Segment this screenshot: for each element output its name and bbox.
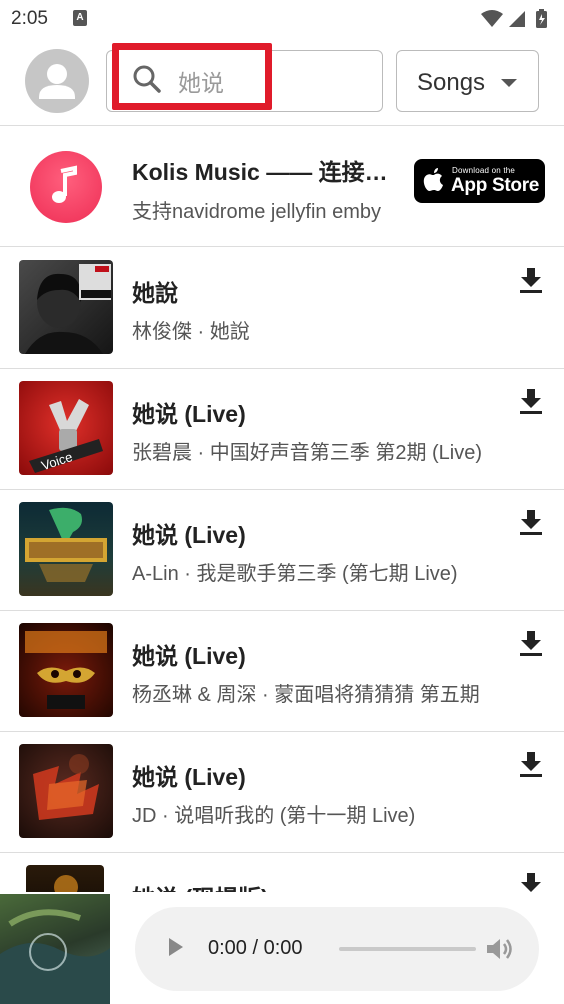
promo-title: Kolis Music —— 连接你的音乐 (132, 159, 390, 185)
song-row[interactable]: 她说 (Live) A-Lin · 我是歌手第三季 (第七期 Live) (0, 490, 564, 611)
song-subtitle: JD · 说唱听我的 (第十一期 Live) (132, 805, 416, 827)
battery-icon (536, 9, 547, 28)
play-icon[interactable] (169, 938, 183, 956)
chevron-down-icon (501, 79, 517, 87)
app-store-badge[interactable]: Download on the App Store (414, 159, 545, 203)
filter-dropdown[interactable]: Songs (396, 50, 539, 112)
signal-icon (509, 11, 525, 27)
promo-banner[interactable]: Kolis Music —— 连接你的音乐 支持navidrome jellyf… (0, 127, 564, 247)
svg-text:Voice: Voice (39, 449, 74, 473)
song-title: 她说 (Live) (132, 764, 246, 790)
status-bar: 2:05 A (0, 0, 564, 38)
download-icon[interactable] (518, 629, 544, 662)
song-title: 她说 (Live) (132, 401, 246, 427)
download-icon[interactable] (518, 387, 544, 420)
song-list: 她說 林俊傑 · 她說 Voice 她说 (Live) 张碧晨 · 中国好声音第… (0, 248, 564, 974)
now-playing-cover[interactable] (0, 894, 110, 1004)
album-cover (19, 502, 113, 596)
filter-dropdown-label: Songs (417, 69, 486, 96)
app-store-small-text: Download on the (452, 166, 516, 175)
song-subtitle: 张碧晨 · 中国好声音第三季 第2期 (Live) (132, 442, 483, 464)
playback-time: 0:00 / 0:00 (208, 937, 303, 959)
song-subtitle: 林俊傑 · 她說 (132, 321, 250, 343)
progress-slider[interactable] (339, 947, 476, 951)
song-subtitle: A-Lin · 我是歌手第三季 (第七期 Live) (132, 563, 458, 585)
download-icon[interactable] (518, 266, 544, 299)
status-time: 2:05 (11, 8, 48, 29)
album-cover: Voice (19, 381, 113, 475)
wifi-icon (481, 10, 503, 27)
song-row[interactable]: 她說 林俊傑 · 她說 (0, 248, 564, 369)
status-icons (480, 8, 554, 28)
sim-icon: A (73, 10, 87, 26)
download-icon[interactable] (518, 508, 544, 541)
user-avatar-icon[interactable] (25, 49, 89, 113)
search-input[interactable]: 她说 (112, 43, 272, 110)
music-note-icon (30, 151, 102, 223)
mini-player: 0:00 / 0:00 (0, 892, 564, 1004)
song-row[interactable]: 她说 (Live) 杨丞琳 & 周深 · 蒙面唱将猜猜猜 第五期 (0, 611, 564, 732)
song-title: 她說 (132, 280, 178, 306)
song-title: 她说 (Live) (132, 643, 246, 669)
app-header: 她说 Songs (0, 38, 564, 126)
promo-subtitle: 支持navidrome jellyfin emby (132, 201, 381, 223)
apple-icon (423, 167, 445, 198)
song-row[interactable]: 她说 (Live) JD · 说唱听我的 (第十一期 Live) (0, 732, 564, 853)
album-cover (19, 623, 113, 717)
search-icon (132, 64, 162, 99)
app-store-big-text: App Store (451, 175, 540, 196)
volume-icon[interactable] (485, 936, 513, 967)
song-subtitle: 杨丞琳 & 周深 · 蒙面唱将猜猜猜 第五期 (132, 684, 480, 706)
download-icon[interactable] (518, 750, 544, 783)
audio-controls: 0:00 / 0:00 (135, 907, 539, 991)
song-row[interactable]: Voice 她说 (Live) 张碧晨 · 中国好声音第三季 第2期 (Live… (0, 369, 564, 490)
search-placeholder: 她说 (178, 70, 224, 96)
album-cover (19, 260, 113, 354)
album-cover (19, 744, 113, 838)
song-title: 她说 (Live) (132, 522, 246, 548)
